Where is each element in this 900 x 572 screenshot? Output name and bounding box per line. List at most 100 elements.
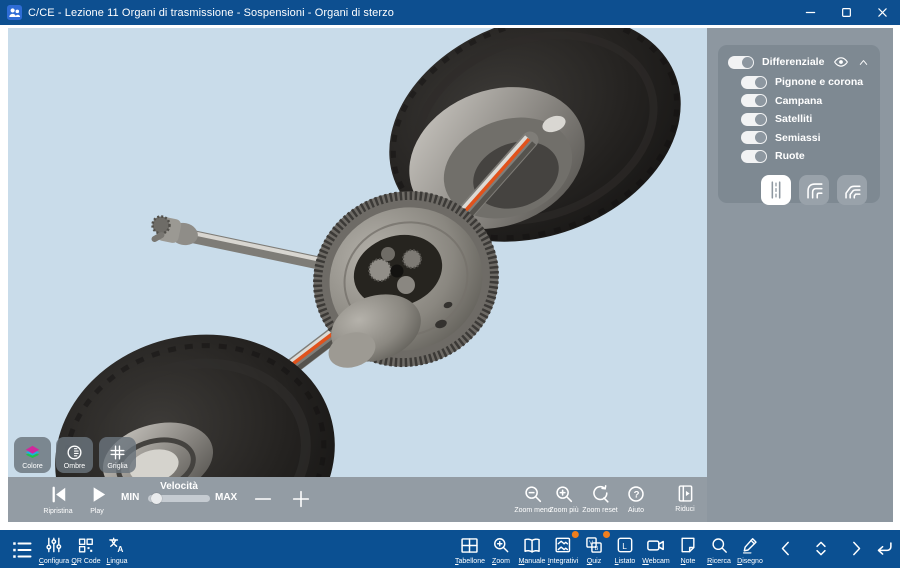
return-arrow-icon: [873, 538, 895, 560]
previous-button[interactable]: [776, 538, 797, 564]
ruote-label: Ruote: [775, 150, 805, 162]
grid-icon: [108, 443, 127, 462]
axle-differential-scene: [8, 28, 707, 477]
maximize-button[interactable]: [828, 0, 864, 25]
qr-code-label: QR Code: [71, 558, 100, 565]
webcam-icon: [646, 535, 667, 556]
configura-button[interactable]: Configura: [39, 534, 69, 565]
svg-text:B: B: [595, 546, 599, 552]
disegno-label: Disegno: [737, 558, 763, 565]
max-label: MAX: [215, 492, 237, 503]
webcam-button[interactable]: Webcam: [642, 534, 670, 565]
ruote-toggle[interactable]: [741, 150, 767, 163]
listato-button[interactable]: L Listato: [614, 534, 636, 565]
notification-dot: [572, 531, 579, 538]
zoom-label: Zoom: [492, 558, 510, 565]
svg-text:?: ?: [634, 489, 640, 500]
zoom-tool-button[interactable]: Zoom: [490, 534, 512, 565]
griglia-button[interactable]: Griglia: [99, 437, 136, 473]
disegno-button[interactable]: Disegno: [737, 534, 763, 565]
differenziale-toggle[interactable]: [728, 56, 754, 69]
chevron-left-icon: [776, 538, 797, 559]
open-book-icon: [522, 535, 543, 556]
main-toolbar: Configura QR Code A Lingua Tabellone: [0, 530, 900, 568]
pignone-toggle[interactable]: [741, 76, 767, 89]
speed-slider[interactable]: [148, 495, 210, 502]
curve-road-button[interactable]: [799, 175, 829, 205]
users-icon: [7, 5, 22, 20]
double-curve-road-icon: [841, 179, 863, 201]
differential-layers-panel: Differenziale Pignone e corona Campana: [718, 45, 880, 203]
jump-selector-icon: [811, 538, 832, 559]
window-title: C/CE - Lezione 11 Organi di trasmissione…: [28, 7, 394, 19]
collapse-panel-icon: [675, 483, 696, 504]
note-label: Note: [681, 558, 696, 565]
integrativi-label: Integrativi: [548, 558, 578, 565]
straight-road-button[interactable]: [761, 175, 791, 205]
qr-code-icon: [77, 536, 96, 555]
lingua-label: Lingua: [106, 558, 127, 565]
quiz-label: Quiz: [587, 558, 601, 565]
flashcards-icon: V B: [584, 535, 604, 555]
svg-text:V: V: [589, 541, 593, 547]
minimize-button[interactable]: [792, 0, 828, 25]
qr-code-button[interactable]: QR Code: [71, 534, 100, 565]
semiassi-toggle[interactable]: [741, 131, 767, 144]
animation-control-bar: Ripristina Play Velocità MIN MAX Zoom me…: [8, 477, 707, 522]
manuale-button[interactable]: Manuale: [519, 534, 546, 565]
tabellone-label: Tabellone: [455, 558, 485, 565]
jump-selector-button[interactable]: [811, 538, 832, 564]
note-button[interactable]: Note: [677, 534, 699, 565]
straight-road-icon: [765, 179, 787, 201]
chevron-right-icon: [846, 538, 867, 559]
speed-slider-knob[interactable]: [151, 493, 162, 504]
satelliti-toggle[interactable]: [741, 113, 767, 126]
ombre-button[interactable]: Ombre: [56, 437, 93, 473]
next-button[interactable]: [846, 538, 867, 564]
shadows-contrast-icon: [65, 443, 84, 462]
ricerca-button[interactable]: Ricerca: [707, 534, 731, 565]
menu-list-button[interactable]: [10, 538, 34, 567]
listing-icon: L: [615, 535, 635, 555]
note-icon: [678, 535, 698, 555]
ricerca-label: Ricerca: [707, 558, 731, 565]
colore-button[interactable]: Colore: [14, 437, 51, 473]
differenziale-label: Differenziale: [762, 56, 825, 68]
velocita-label: Velocità: [148, 481, 210, 492]
translate-icon: A: [107, 535, 127, 555]
chevron-up-icon[interactable]: [857, 56, 870, 69]
campana-label: Campana: [775, 95, 822, 107]
help-icon: ?: [625, 483, 647, 505]
curve-road-icon: [803, 179, 825, 201]
list-icon: [10, 538, 34, 562]
close-button[interactable]: [864, 0, 900, 25]
zoom-in-icon: [491, 535, 511, 555]
play-icon: [86, 483, 109, 506]
speed-decrease-button[interactable]: [252, 488, 274, 515]
title-bar: C/CE - Lezione 11 Organi di trasmissione…: [0, 0, 900, 25]
minus-icon: [252, 488, 274, 510]
double-curve-road-button[interactable]: [837, 175, 867, 205]
return-button[interactable]: [873, 538, 895, 565]
speed-increase-button[interactable]: [290, 488, 312, 515]
tabellone-button[interactable]: Tabellone: [455, 534, 485, 565]
board-grid-icon: [460, 535, 481, 556]
manuale-label: Manuale: [519, 558, 546, 565]
plus-icon: [290, 488, 312, 510]
search-icon: [709, 535, 729, 555]
min-label: MIN: [121, 492, 139, 503]
play-button[interactable]: Play: [65, 483, 129, 515]
webcam-label: Webcam: [642, 558, 670, 565]
3d-viewport[interactable]: Colore Ombre Griglia: [8, 28, 707, 477]
eye-icon[interactable]: [833, 54, 849, 70]
semiassi-label: Semiassi: [775, 132, 821, 144]
integrativi-button[interactable]: Integrativi: [548, 534, 578, 565]
riduci-button[interactable]: Riduci: [653, 483, 717, 513]
quiz-button[interactable]: V B Quiz: [583, 534, 605, 565]
campana-toggle[interactable]: [741, 94, 767, 107]
ombre-label: Ombre: [64, 463, 85, 471]
configura-label: Configura: [39, 558, 69, 565]
layers-sidebar: Differenziale Pignone e corona Campana: [707, 28, 893, 522]
griglia-label: Griglia: [107, 463, 127, 471]
lingua-button[interactable]: A Lingua: [106, 534, 128, 565]
